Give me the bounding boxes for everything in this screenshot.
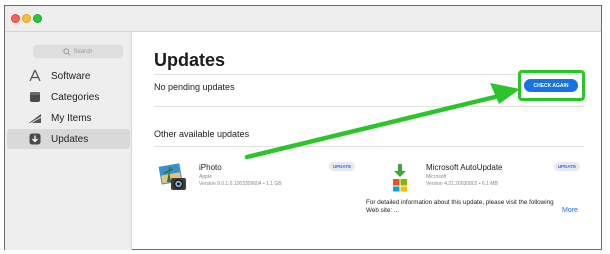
- microsoft-autoupdate-icon: [393, 164, 407, 192]
- minimize-window-button[interactable]: [22, 14, 31, 23]
- search-icon: [63, 47, 72, 56]
- close-window-button[interactable]: [11, 14, 20, 23]
- categories-icon: [28, 90, 42, 104]
- app-developer: Apple: [199, 174, 212, 180]
- sidebar-item-my-items[interactable]: My Items: [7, 108, 130, 128]
- sidebar-item-label: Updates: [51, 133, 89, 145]
- update-button-microsoft-autoupdate[interactable]: UPDATE: [554, 162, 580, 171]
- title-bar: [5, 6, 601, 32]
- divider: [154, 106, 584, 107]
- zoom-window-button[interactable]: [33, 14, 42, 23]
- search-field[interactable]: Search: [33, 45, 123, 58]
- app-store-window: Search Software Categories My Items Upda…: [4, 5, 602, 250]
- main-content: Updates No pending updates CHECK AGAIN O…: [132, 32, 601, 250]
- search-placeholder: Search: [73, 48, 93, 55]
- app-version: Version 4.21.20030802 • 6.1 MB: [426, 181, 498, 187]
- other-updates-heading: Other available updates: [154, 129, 250, 139]
- update-button-iphoto[interactable]: UPDATE: [329, 162, 355, 171]
- divider: [154, 146, 584, 147]
- app-developer: Microsoft: [426, 174, 447, 180]
- app-version: Version 9.0.1.0.1263309604 • 1.1 GB: [199, 181, 282, 187]
- pending-updates-status: No pending updates: [154, 82, 235, 92]
- sidebar-item-label: Software: [51, 70, 91, 82]
- check-again-button[interactable]: CHECK AGAIN: [524, 79, 578, 92]
- update-info-text: For detailed information about this upda…: [366, 199, 554, 214]
- page-title: Updates: [154, 50, 226, 70]
- my-items-icon: [28, 111, 42, 125]
- sidebar-item-categories[interactable]: Categories: [7, 87, 130, 107]
- updates-icon: [28, 132, 42, 146]
- app-name: Microsoft AutoUpdate: [426, 163, 503, 172]
- more-link[interactable]: More: [562, 207, 578, 214]
- app-name: iPhoto: [199, 163, 222, 172]
- sidebar-item-label: Categories: [51, 91, 100, 103]
- sidebar-item-software[interactable]: Software: [7, 66, 130, 86]
- sidebar-item-updates[interactable]: Updates: [7, 129, 130, 149]
- sidebar: Search Software Categories My Items Upda…: [5, 32, 132, 250]
- iphoto-icon: [158, 163, 186, 190]
- software-icon: [28, 69, 42, 83]
- sidebar-item-label: My Items: [51, 112, 92, 124]
